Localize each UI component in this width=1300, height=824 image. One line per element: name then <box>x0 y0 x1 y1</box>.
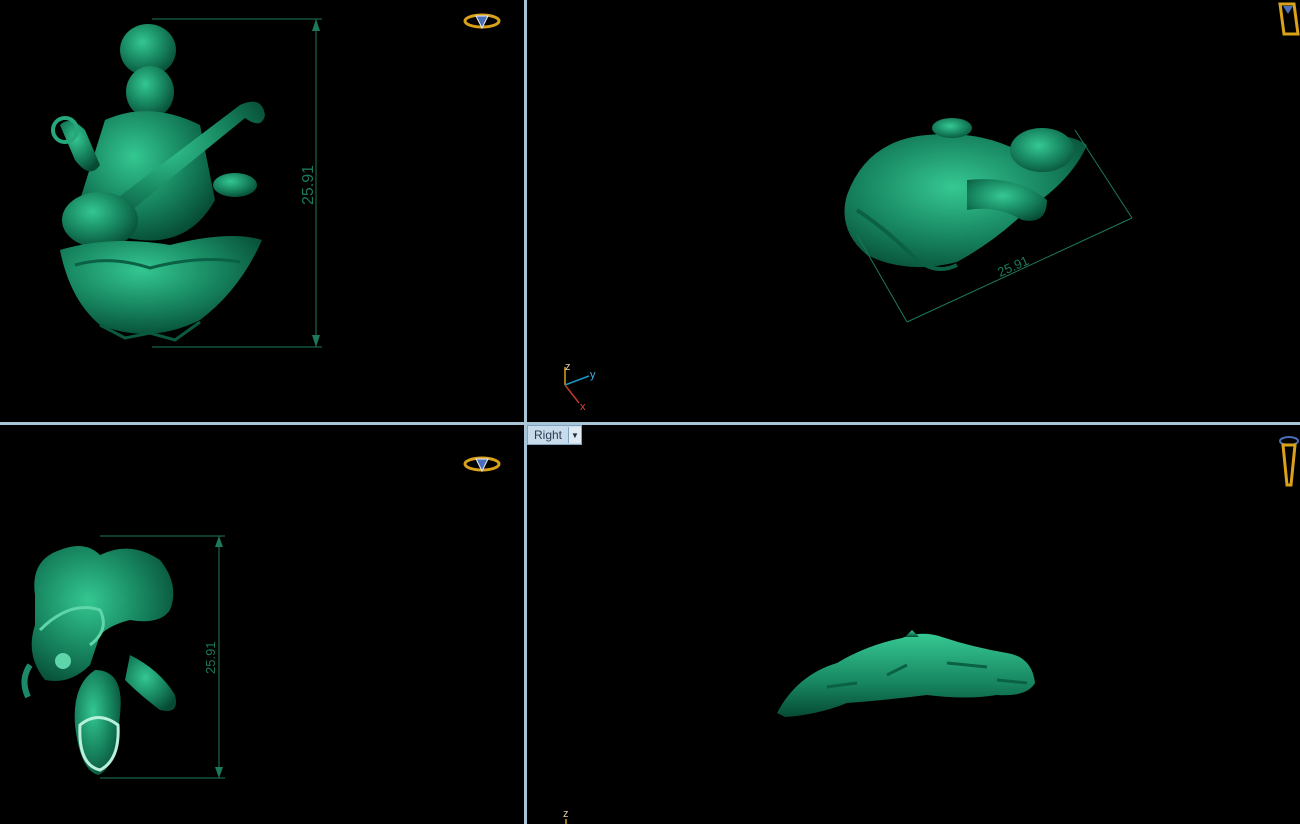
dimension-value-perspective: 25.91 <box>995 253 1031 280</box>
saraswati-statue-top <box>21 546 176 775</box>
viewport-right[interactable]: Right ▼ z <box>527 425 1300 824</box>
viewport-top[interactable]: 25.91 <box>0 425 524 824</box>
saraswati-statue-perspective <box>844 118 1087 271</box>
axis-x-label: x <box>580 401 586 413</box>
view-cube-gizmo-icon[interactable] <box>1274 0 1300 40</box>
saraswati-statue-front <box>51 24 265 342</box>
right-view-canvas: z <box>563 630 1035 824</box>
view-cube-gizmo-icon[interactable] <box>462 452 502 476</box>
dimension-value-top: 25.91 <box>203 641 218 674</box>
perspective-view-canvas: 25.91 z y x <box>564 118 1133 413</box>
viewport-splitter-horizontal[interactable] <box>0 422 1300 425</box>
saraswati-statue-right <box>777 630 1035 717</box>
view-cube-gizmo-icon[interactable] <box>1276 433 1300 489</box>
axis-z-label: z <box>563 808 569 820</box>
viewport-perspective[interactable]: 25.91 z y x <box>527 0 1300 422</box>
view-cube-gizmo-icon[interactable] <box>462 10 502 34</box>
viewport-splitter-vertical[interactable] <box>524 0 527 824</box>
axis-y-label: y <box>590 369 596 381</box>
front-view-canvas: 25.91 <box>51 18 322 348</box>
top-view-canvas: 25.91 <box>21 535 225 779</box>
viewport-front[interactable]: 25.91 <box>0 0 524 422</box>
dimension-value-front: 25.91 <box>300 165 317 205</box>
axis-z-label: z <box>565 361 571 373</box>
